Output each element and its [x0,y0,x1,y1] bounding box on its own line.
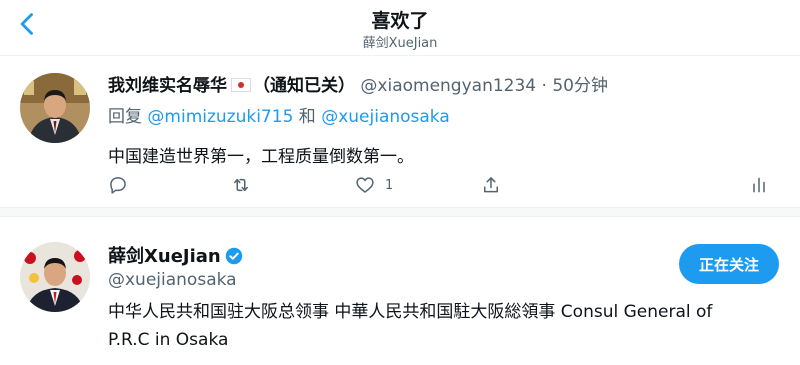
user-bio: 中华人民共和国驻大阪总领事 中華人民共和国駐大阪総領事 Consul Gener… [108,302,713,350]
retweet-button[interactable] [231,173,251,197]
tweet-text: 中国建造世界第一，工程质量倒数第一。 [108,147,414,167]
verified-badge-icon [225,247,242,265]
analytics-button[interactable] [749,173,769,197]
reply-prefix: 回复 [108,107,142,127]
user-name-text[interactable]: 薛剑XueJian [108,246,221,267]
tweet[interactable]: 我刘维实名辱华 （通知已关） @xiaomengyan1234 · 50分钟 回复… [0,57,800,205]
user-name[interactable]: 薛剑XueJian [108,242,243,268]
user-handle[interactable]: @xuejianosaka [108,270,237,290]
tweet-header: 我刘维实名辱华 （通知已关） @xiaomengyan1234 · 50分钟 [108,71,608,96]
tweet-author-avatar[interactable] [20,73,90,143]
page-subtitle: 薛剑XueJian [362,36,438,51]
top-header: 喜欢了 薛剑XueJian [0,0,800,56]
tweet-author-handle[interactable]: @xiaomengyan1234 [360,76,536,96]
like-count: 1 [385,177,394,193]
reply-context: 回复 @mimizuzuki715 和 @xuejianosaka [108,102,450,127]
tweet-author-suffix[interactable]: （通知已关） [253,76,355,96]
mention-link[interactable]: @xuejianosaka [321,107,450,127]
user-avatar[interactable] [20,242,90,312]
like-button[interactable]: 1 [355,173,393,197]
analytics-icon [753,177,765,193]
reply-button[interactable] [108,173,128,197]
section-divider [0,207,800,217]
tweet-author-name[interactable]: 我刘维实名辱华 [108,76,227,96]
tweet-timestamp[interactable]: 50分钟 [552,76,608,96]
following-button[interactable]: 正在关注 [679,244,779,284]
reply-icon [110,177,126,194]
reply-joiner: 和 [298,107,316,127]
separator-dot: · [541,76,547,96]
japan-flag-icon [231,78,251,92]
tweet-actions: 1 [0,173,800,197]
share-button[interactable] [481,173,501,197]
mention-link[interactable]: @mimizuzuki715 [147,107,293,127]
share-icon [484,177,498,193]
heart-icon [356,177,374,193]
retweet-icon [234,178,248,192]
page-title: 喜欢了 [371,10,429,32]
user-card[interactable]: 薛剑XueJian @xuejianosaka 中华人民共和国驻大阪总领事 中華… [0,218,800,365]
